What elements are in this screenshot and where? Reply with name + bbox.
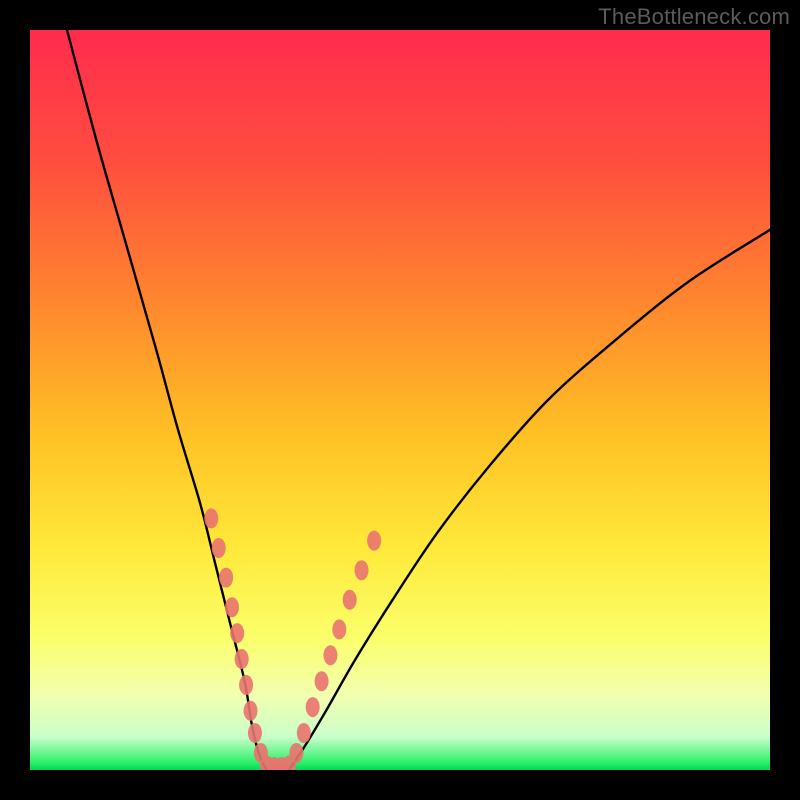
gradient-background <box>30 30 770 770</box>
marker-dot <box>355 560 369 580</box>
marker-dot <box>239 675 253 695</box>
marker-dot <box>244 701 258 721</box>
plot-area <box>30 30 770 770</box>
marker-dot <box>204 508 218 528</box>
marker-dot <box>343 590 357 610</box>
marker-dot <box>315 671 329 691</box>
marker-dot <box>323 645 337 665</box>
marker-dot <box>367 531 381 551</box>
watermark-text: TheBottleneck.com <box>598 4 790 30</box>
chart-svg <box>30 30 770 770</box>
marker-dot <box>248 723 262 743</box>
marker-dot <box>225 597 239 617</box>
marker-dot <box>332 619 346 639</box>
marker-dot <box>230 623 244 643</box>
chart-frame: TheBottleneck.com <box>0 0 800 800</box>
marker-dot <box>219 568 233 588</box>
marker-dot <box>235 649 249 669</box>
marker-dot <box>297 723 311 743</box>
marker-dot <box>306 697 320 717</box>
marker-dot <box>212 538 226 558</box>
